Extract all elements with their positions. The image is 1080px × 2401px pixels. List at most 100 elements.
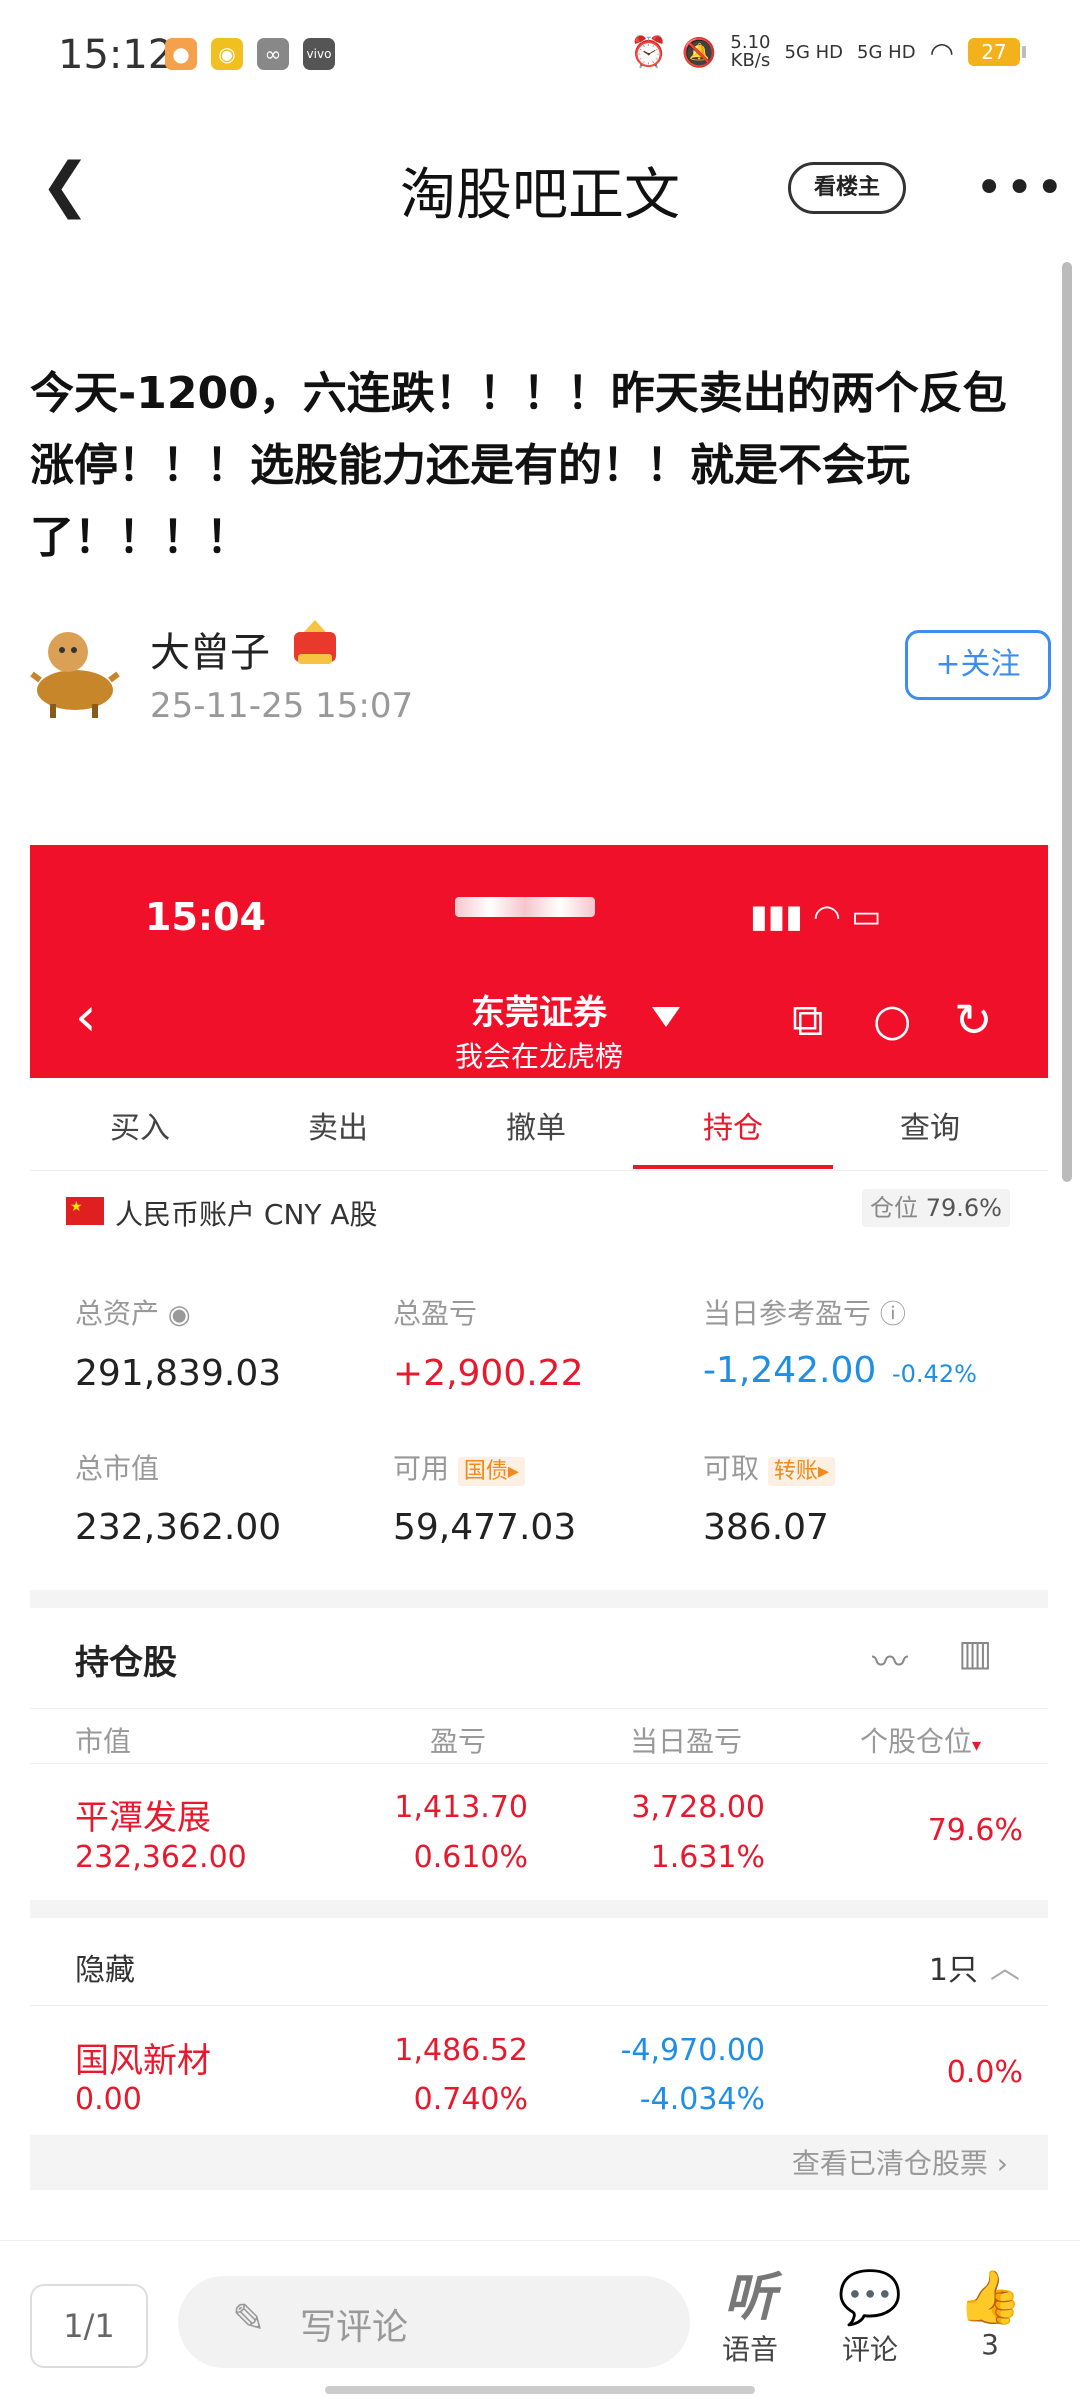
pencil-icon: ✎ — [232, 2296, 266, 2342]
total-pl-value: +2,900.22 — [393, 1353, 584, 1394]
hidden-count: 1只 — [928, 1953, 978, 1988]
hidden-weight: 0.0% — [946, 2055, 1023, 2090]
china-flag-icon — [66, 1197, 104, 1225]
holding-weight: 79.6% — [927, 1813, 1023, 1848]
bar-chart-icon: ▥ — [958, 1633, 993, 1674]
position-badge: 仓位 79.6% — [862, 1189, 1010, 1227]
like-button[interactable]: 👍 3 — [940, 2268, 1040, 2361]
app-notification-icon: ● — [165, 38, 197, 70]
tab-holdings: 持仓 — [703, 1111, 763, 1146]
tab-sell: 卖出 — [308, 1111, 368, 1146]
trend-icon: 〰 — [872, 1642, 909, 1683]
scrollbar[interactable] — [1062, 262, 1072, 1182]
divider — [30, 1900, 1048, 1918]
available-value: 59,477.03 — [393, 1507, 577, 1548]
holding-day-pl-pct: 1.631% — [650, 1840, 765, 1875]
notification-icons: ● ◉ ∞ vivo — [165, 38, 335, 70]
avatar[interactable] — [30, 620, 120, 720]
divider — [30, 1708, 1048, 1709]
listen-icon: 听 — [723, 2268, 776, 2328]
more-icon[interactable]: ••• — [975, 160, 1066, 216]
market-value-label: 总市值 — [75, 1452, 160, 1485]
market-value-value: 232,362.00 — [75, 1507, 282, 1548]
net-speed: 5.10 KB/s — [730, 32, 771, 71]
listen-button[interactable]: 听 语音 — [700, 2268, 800, 2368]
broker-time: 15:04 — [145, 895, 266, 939]
holding-name: 平潭发展 — [75, 1798, 211, 1838]
medal-icon — [290, 618, 340, 670]
vivo-icon: vivo — [303, 38, 335, 70]
search-icon: ○ — [873, 995, 912, 1046]
divider — [30, 1590, 1048, 1608]
home-indicator[interactable] — [325, 2386, 755, 2394]
hidden-day-pl-pct: -4.034% — [639, 2082, 765, 2117]
info-icon: ⓘ — [879, 1300, 906, 1330]
hidden-title: 隐藏 — [75, 1953, 135, 1988]
hidden-market-value: 0.00 — [75, 2082, 142, 2117]
mute-icon: 🔕 — [681, 35, 717, 69]
tab-buy: 买入 — [110, 1111, 170, 1146]
eye-icon: ◉ — [167, 1300, 191, 1330]
hidden-pl: 1,486.52 — [394, 2033, 528, 2068]
chevron-up-icon: ︿ — [990, 1951, 1020, 1986]
chevron-right-icon: › — [996, 2147, 1008, 2180]
post-image[interactable]: 15:04 ▮▮▮ ◠ ▭ ‹ 东莞证券 我会在龙虎榜 ⧉ ○ ↻ 买入 卖出 … — [30, 845, 1048, 2190]
available-label: 可用 国债▸ — [393, 1447, 525, 1487]
account-label: 人民币账户 CNY A股 — [115, 1198, 378, 1231]
today-pl-percent: -0.42% — [892, 1360, 977, 1388]
col-pl: 盈亏 — [430, 1725, 487, 1758]
tab-query: 查询 — [900, 1111, 960, 1146]
divider — [30, 2005, 1048, 2006]
holding-pl: 1,413.70 — [394, 1790, 528, 1825]
weibo-icon: ◉ — [211, 38, 243, 70]
thumbs-up-icon: 👍 — [957, 2268, 1023, 2328]
total-assets-label: 总资产 ◉ — [75, 1297, 191, 1330]
position-label: 仓位 — [870, 1194, 919, 1222]
page-indicator[interactable]: 1/1 — [30, 2284, 148, 2368]
holding-day-pl: 3,728.00 — [631, 1790, 765, 1825]
follow-button[interactable]: +关注 — [905, 630, 1051, 700]
refresh-icon: ↻ — [954, 993, 993, 1047]
blurred-carrier — [455, 897, 595, 917]
listen-label: 语音 — [721, 2333, 778, 2366]
status-right: ⏰ 🔕 5.10 KB/s 5G HD 5G HD ◠ 27 — [630, 32, 1026, 71]
share-icon: ⧉ — [792, 995, 824, 1046]
tab-cancel: 撤单 — [506, 1111, 566, 1146]
comment-icon: 💬 — [837, 2268, 903, 2328]
view-op-only-button[interactable]: 看楼主 — [788, 162, 906, 214]
comment-placeholder: 写评论 — [300, 2307, 409, 2348]
total-pl-label: 总盈亏 — [393, 1297, 478, 1330]
like-count: 3 — [981, 2328, 999, 2361]
cleared-stocks-link: 查看已清仓股票 › — [791, 2147, 1008, 2180]
link-icon: ∞ — [257, 38, 289, 70]
post-title: 今天-1200，六连跌！！！！昨天卖出的两个反包涨停！！！选股能力还是有的！！就… — [30, 368, 1007, 563]
transfer-tag: 转账▸ — [767, 1457, 835, 1486]
col-weight: 个股仓位▾ — [860, 1725, 982, 1758]
holding-pl-pct: 0.610% — [413, 1840, 528, 1875]
dropdown-caret-icon — [652, 1007, 680, 1027]
post-date: 25-11-25 15:07 — [150, 686, 414, 726]
hidden-pl-pct: 0.740% — [413, 2082, 528, 2117]
battery-icon: 27 — [968, 38, 1026, 66]
col-day-pl: 当日盈亏 — [630, 1725, 743, 1758]
comment-button[interactable]: 💬 评论 — [820, 2268, 920, 2368]
withdrawable-label: 可取 转账▸ — [703, 1447, 835, 1487]
col-market-value: 市值 — [75, 1725, 132, 1758]
divider — [30, 1763, 1048, 1764]
withdrawable-value: 386.07 — [703, 1507, 829, 1548]
broker-status-icons: ▮▮▮ ◠ ▭ — [750, 897, 882, 935]
author-name[interactable]: 大曾子 — [150, 620, 270, 678]
status-bar: 15:12 ● ◉ ∞ vivo ⏰ 🔕 5.10 KB/s 5G HD 5G … — [0, 0, 1080, 110]
wifi-icon: ◠ — [929, 35, 954, 69]
signal-2: 5G HD — [857, 41, 916, 63]
holdings-title: 持仓股 — [75, 1643, 177, 1683]
bond-tag: 国债▸ — [457, 1457, 525, 1486]
page-title: 淘股吧正文 — [400, 163, 680, 228]
hidden-name: 国风新材 — [75, 2041, 211, 2081]
position-value: 79.6% — [925, 1194, 1002, 1222]
signal-1: 5G HD — [784, 41, 844, 63]
active-tab-indicator — [633, 1165, 833, 1169]
alarm-icon: ⏰ — [630, 34, 668, 70]
comment-label: 评论 — [841, 2333, 898, 2366]
today-pl-label: 当日参考盈亏 ⓘ — [703, 1297, 906, 1330]
